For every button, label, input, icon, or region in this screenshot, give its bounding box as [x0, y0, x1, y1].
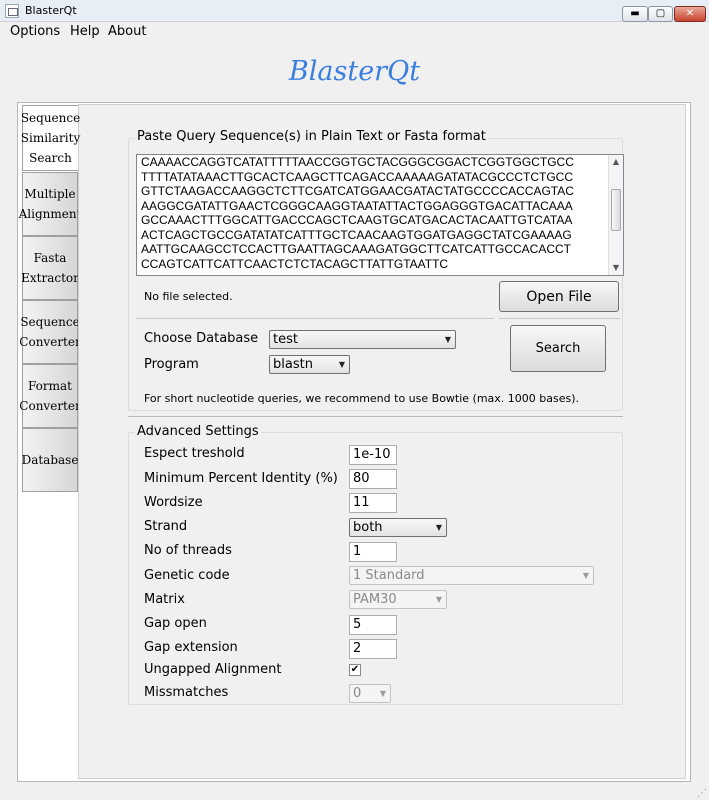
divider	[128, 416, 623, 417]
database-label: Choose Database	[144, 331, 259, 346]
tab-format-converter[interactable]: Format Converter	[19, 364, 81, 428]
sequence-line: GCCAAACTTTGGCATTGACCCAGCTCAAGTGCATGACACT…	[141, 213, 573, 227]
matrix-value: PAM30	[353, 592, 397, 607]
genetic-code-select[interactable]: 1 Standard ▼	[349, 566, 594, 585]
strand-label: Strand	[144, 519, 188, 534]
genetic-code-value: 1 Standard	[353, 568, 425, 583]
sequence-scrollbar[interactable]: ▲ ▼	[608, 155, 623, 275]
min-identity-field[interactable]: 80	[349, 469, 397, 489]
query-group-label: Paste Query Sequence(s) in Plain Text or…	[135, 129, 488, 144]
app-title: BlasterQt	[288, 56, 421, 87]
wordsize-field[interactable]: 11	[349, 493, 397, 513]
window-titlebar: BlasterQt ▬ ▢ ✕	[0, 0, 709, 22]
advanced-settings-label: Advanced Settings	[135, 424, 261, 439]
gap-open-field[interactable]: 5	[349, 615, 397, 635]
chevron-down-icon: ▼	[435, 523, 442, 532]
minimize-button[interactable]: ▬	[622, 6, 648, 22]
chevron-down-icon: ▼	[582, 571, 589, 580]
resize-grip-icon[interactable]: ⋰	[697, 788, 707, 799]
program-select[interactable]: blastn ▼	[269, 355, 350, 374]
maximize-button[interactable]: ▢	[648, 6, 673, 22]
chevron-down-icon: ▼	[338, 360, 345, 369]
min-identity-label: Minimum Percent Identity (%)	[144, 471, 338, 486]
gap-extension-label: Gap extension	[144, 640, 238, 655]
database-value: test	[273, 332, 298, 347]
window-title: BlasterQt	[25, 4, 77, 17]
scroll-down-icon[interactable]: ▼	[609, 261, 623, 275]
threads-label: No of threads	[144, 543, 232, 558]
matrix-select[interactable]: PAM30 ▼	[349, 590, 447, 609]
bowtie-note: For short nucleotide queries, we recomme…	[144, 392, 580, 405]
scroll-up-icon[interactable]: ▲	[609, 155, 623, 169]
chevron-down-icon: ▼	[435, 595, 442, 604]
tab-multiple-alignment[interactable]: Multiple Alignment	[19, 172, 81, 236]
status-bar: ⋰	[0, 786, 709, 800]
tab-database[interactable]: Database	[22, 428, 78, 492]
open-file-button[interactable]: Open File	[499, 281, 619, 312]
mismatches-select[interactable]: 0 ▼	[349, 684, 391, 703]
program-value: blastn	[273, 357, 313, 372]
tab-sequence-converter[interactable]: Sequence Converter	[19, 300, 81, 364]
menu-help[interactable]: Help	[70, 24, 100, 39]
divider	[499, 318, 620, 319]
program-label: Program	[144, 357, 199, 372]
mismatches-label: Missmatches	[144, 685, 229, 700]
sequence-line: CCAGTCATTCATTCAACTCTCTACAGCTTATTGTAATTC	[141, 256, 449, 271]
sequence-line: TTTTATATAAACTTGCACTCAAGCTTCAGACCAAAAAGAT…	[141, 169, 573, 184]
sequence-line: AATTGCAAGCCTCCACTTGAATTAGCAAAGATGGCTTCAT…	[141, 242, 572, 256]
sequence-line: ACTCAGCTGCCGATATATCATTTGCTCAACAAGTGGATGA…	[141, 227, 572, 242]
threads-field[interactable]: 1	[349, 542, 397, 562]
ungapped-alignment-label: Ungapped Alignment	[144, 662, 282, 677]
strand-value: both	[353, 520, 383, 535]
database-select[interactable]: test ▼	[269, 330, 456, 349]
tab-sequence-similarity-search[interactable]: Sequence Similarity Search	[21, 105, 80, 171]
expect-threshold-label: Espect treshold	[144, 446, 245, 461]
divider	[136, 318, 494, 319]
ungapped-alignment-checkbox[interactable]: ✔	[349, 664, 361, 676]
expect-threshold-field[interactable]: 1e-10	[349, 445, 397, 465]
file-status: No file selected.	[144, 290, 233, 303]
matrix-label: Matrix	[144, 592, 185, 607]
sequence-line: AAGGCGATATTGAACTCGGGCAAGGTAATATTACTGGAGG…	[141, 198, 573, 213]
close-button[interactable]: ✕	[674, 6, 706, 22]
chevron-down-icon: ▼	[379, 689, 386, 698]
mismatches-value: 0	[353, 686, 362, 701]
app-icon	[5, 4, 19, 18]
wordsize-label: Wordsize	[144, 495, 203, 510]
menu-bar: Options Help About	[0, 22, 709, 42]
menu-options[interactable]: Options	[10, 24, 60, 39]
gap-open-label: Gap open	[144, 616, 207, 631]
checkmark-icon: ✔	[350, 664, 360, 675]
sequence-line: GTTCTAAGACCAAGGCTCTTCGATCATGGAACGATACTAT…	[141, 184, 574, 198]
search-button[interactable]: Search	[510, 325, 606, 372]
strand-select[interactable]: both ▼	[349, 518, 447, 537]
genetic-code-label: Genetic code	[144, 568, 230, 583]
sequence-line: CAAAACCAGGTCATATTTTTAACCGGTGCTACGGGCGGAC…	[141, 155, 574, 169]
scrollbar-thumb[interactable]	[611, 189, 621, 231]
query-sequence-textarea[interactable]: CAAAACCAGGTCATATTTTTAACCGGTGCTACGGGCGGAC…	[136, 154, 624, 276]
gap-extension-field[interactable]: 2	[349, 639, 397, 659]
menu-about[interactable]: About	[108, 24, 146, 39]
tab-fasta-extractor[interactable]: Fasta Extractor	[21, 236, 79, 300]
chevron-down-icon: ▼	[444, 335, 451, 344]
